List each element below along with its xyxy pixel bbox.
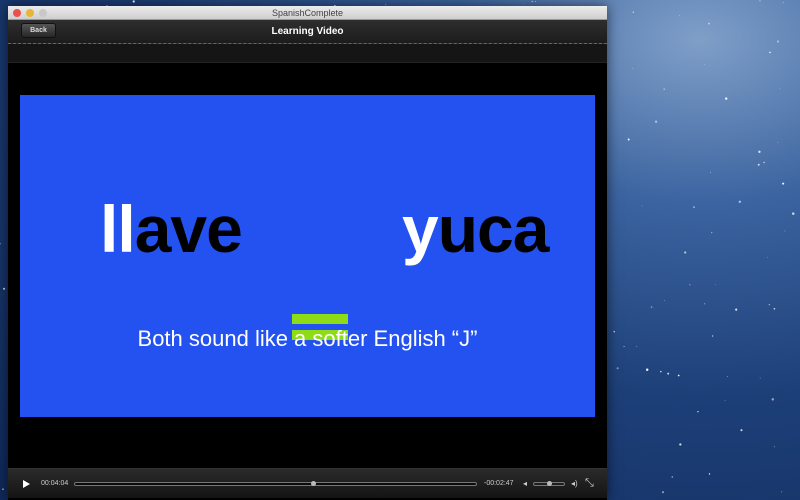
progress-slider[interactable] — [74, 481, 477, 486]
play-icon[interactable] — [23, 480, 30, 488]
minimize-window-button[interactable] — [26, 9, 34, 17]
volume-slider[interactable] — [533, 481, 565, 486]
highlight-letters: ll — [100, 192, 136, 266]
toolbar: Back Learning Video — [8, 20, 607, 44]
slide-subtitle: Both sound like a softer English “J” — [137, 326, 478, 351]
highlight-letters: y — [402, 192, 439, 266]
volume-knob[interactable] — [547, 481, 552, 486]
zoom-window-button[interactable] — [39, 9, 47, 17]
title-bar: SpanishComplete — [8, 6, 607, 20]
volume-low-icon[interactable]: ◂ — [523, 479, 527, 488]
page-title: Learning Video — [271, 26, 344, 37]
rest-letters: ave — [134, 192, 243, 266]
fullscreen-icon[interactable]: ⤡ — [585, 477, 594, 490]
back-button[interactable]: Back — [21, 23, 56, 38]
video-controls: 00:04:04 -00:02:47 ◂ ◂) ⤡ — [8, 468, 607, 498]
word-yuca: yuca — [402, 191, 550, 267]
rest-letters: uca — [437, 192, 550, 266]
elapsed-time: 00:04:04 — [41, 480, 69, 487]
word-llave: llave — [100, 191, 243, 267]
app-window: SpanishComplete Back Learning Video llav… — [8, 6, 607, 500]
remaining-time: -00:02:47 — [484, 480, 514, 487]
video-header-strip — [8, 44, 607, 63]
video-frame[interactable]: llave yuca Both sound like a softer Engl… — [20, 95, 595, 417]
volume-high-icon[interactable]: ◂) — [571, 479, 578, 488]
progress-knob[interactable] — [311, 481, 317, 486]
window-title: SpanishComplete — [271, 8, 344, 18]
close-window-button[interactable] — [13, 9, 21, 17]
